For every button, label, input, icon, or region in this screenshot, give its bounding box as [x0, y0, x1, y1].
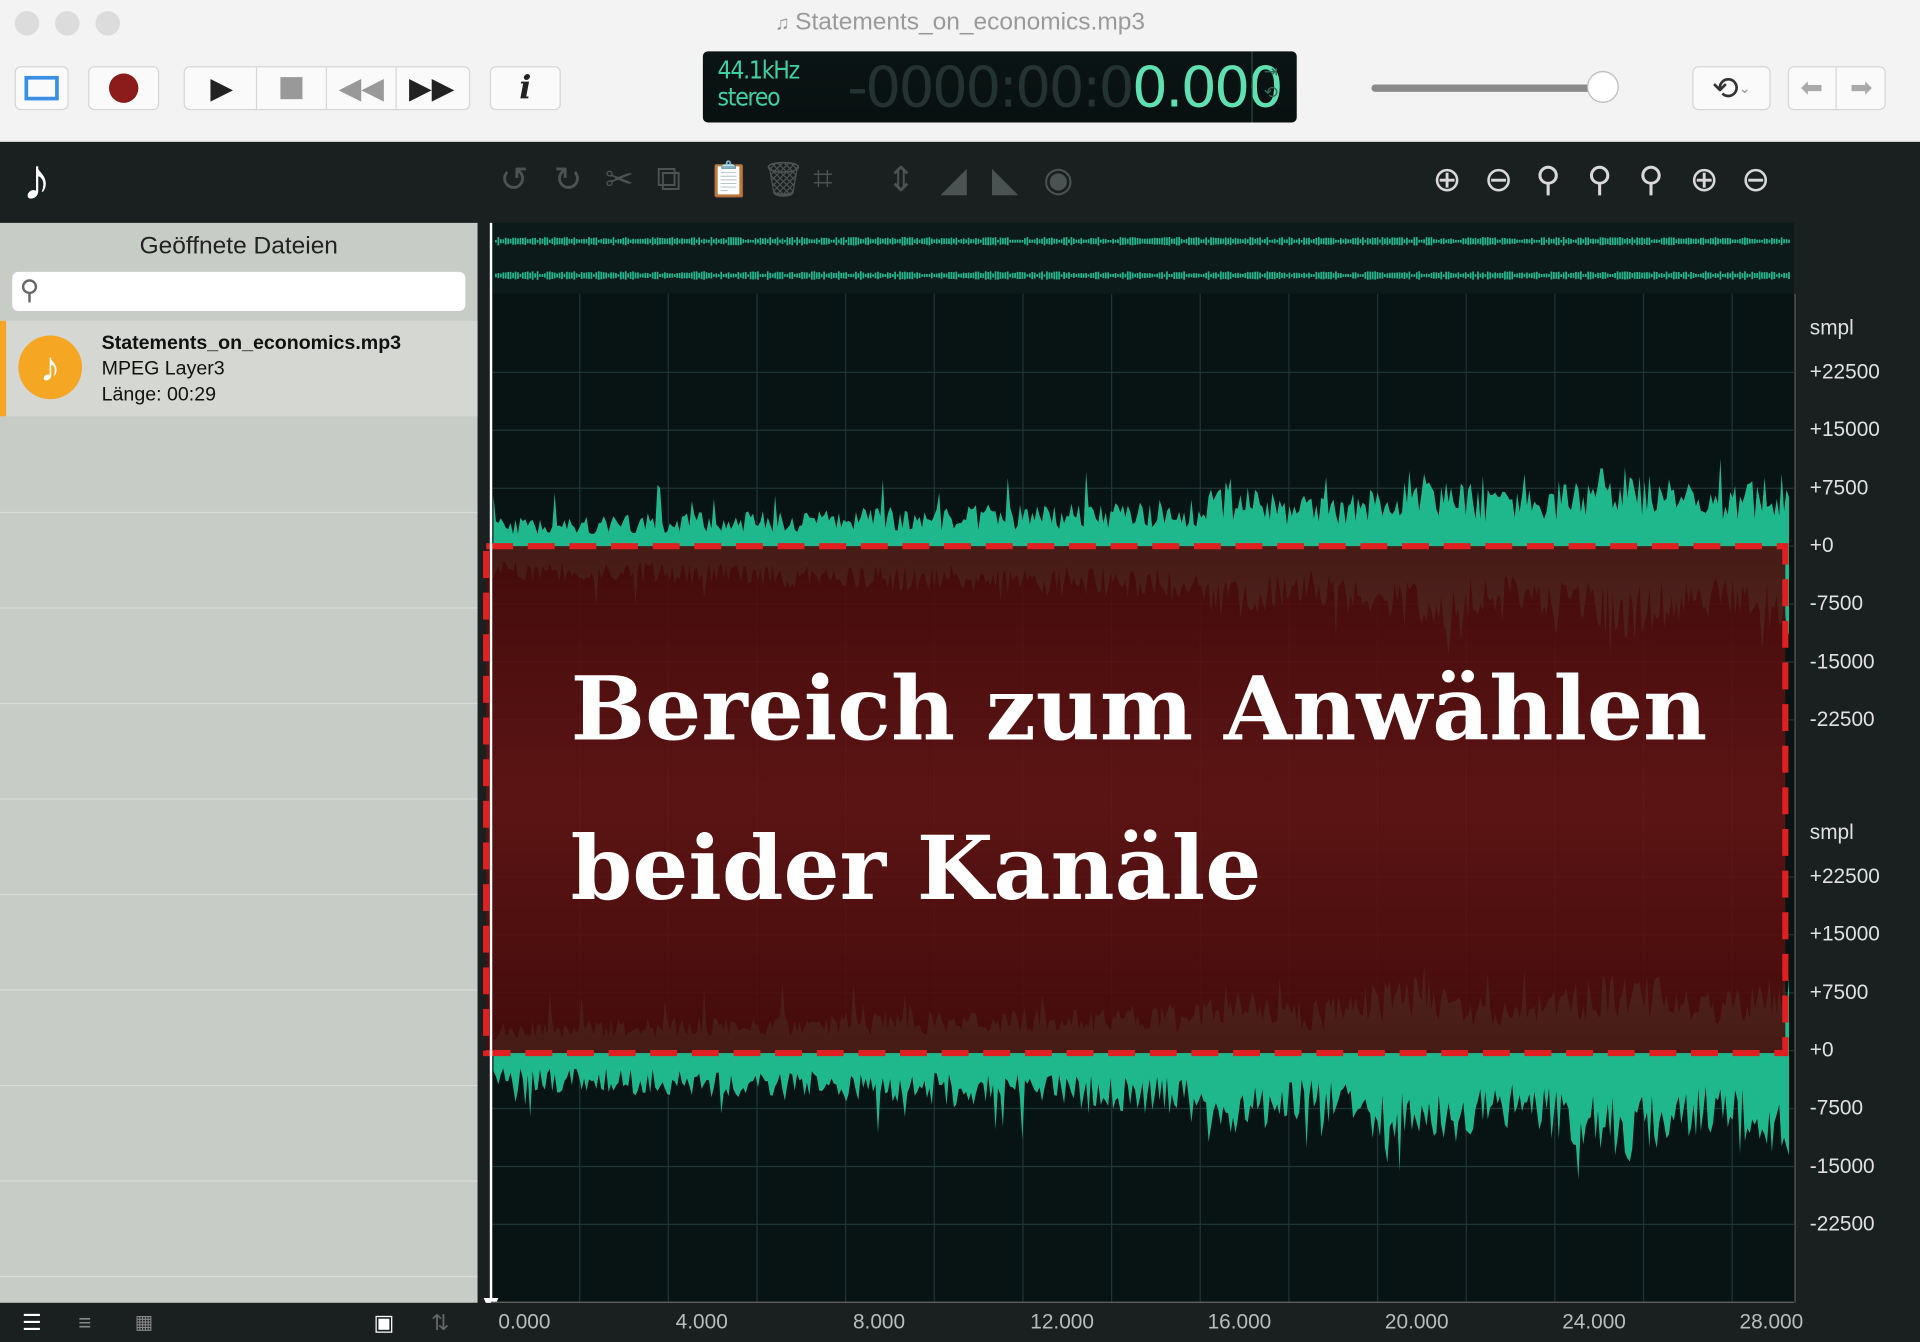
- list-view-icon[interactable]: ☰: [22, 1310, 42, 1336]
- image-icon[interactable]: ▣: [373, 1310, 394, 1336]
- time-tick-label: 24.000: [1562, 1310, 1626, 1334]
- annotation-line-2: beider Kanäle: [570, 815, 1262, 920]
- time-tick-label: 20.000: [1384, 1310, 1449, 1334]
- amplitude-tick-label: +15000: [1809, 418, 1880, 442]
- zoom-fit-icon[interactable]: ⚲: [1536, 159, 1561, 199]
- zoom-in-icon[interactable]: ⊕: [1433, 159, 1462, 199]
- undo-icon[interactable]: ↺: [500, 159, 529, 199]
- fade-out-icon[interactable]: ◣: [992, 159, 1018, 199]
- copy-icon[interactable]: ⧉: [656, 159, 680, 199]
- amplitude-tick-label: +7500: [1809, 980, 1869, 1004]
- channel-unit: smpl: [1809, 820, 1854, 844]
- time-tick-label: 0.000: [498, 1310, 551, 1334]
- zoom-selection-icon[interactable]: ⚲: [1587, 159, 1612, 199]
- amplitude-tick-label: +7500: [1809, 475, 1869, 500]
- time-tick-label: 8.000: [852, 1310, 906, 1334]
- zoom-out-vertical-icon[interactable]: ⊖: [1741, 159, 1770, 199]
- amplitude-tick-label: -7500: [1809, 591, 1864, 616]
- zoom-out-icon[interactable]: ⊖: [1484, 159, 1513, 199]
- paste-icon[interactable]: 📋: [708, 159, 751, 199]
- cut-icon[interactable]: ✂: [605, 159, 634, 199]
- time-tick-label: 16.000: [1207, 1310, 1272, 1334]
- time-tick-label: 12.000: [1030, 1310, 1094, 1334]
- channel-unit: smpl: [1809, 315, 1854, 339]
- amplitude-tick-label: -22500: [1809, 707, 1875, 731]
- status-bar: ☰ ≡ ▦ ▣ ⇅: [0, 1302, 1920, 1342]
- amplitude-tick-label: +22500: [1809, 864, 1880, 888]
- annotation-line-1: Bereich zum Anwählen: [570, 656, 1708, 761]
- amplitude-tick-label: +0: [1809, 1038, 1834, 1062]
- amplitude-tick-label: +15000: [1809, 922, 1880, 946]
- amplitude-tick-label: +22500: [1809, 360, 1880, 384]
- grid-view-icon[interactable]: ▦: [135, 1310, 154, 1334]
- zoom-back-icon[interactable]: ⚲: [1638, 159, 1663, 199]
- redo-icon[interactable]: ↻: [553, 159, 582, 199]
- amplitude-tick-label: -22500: [1809, 1212, 1875, 1236]
- sort-icon[interactable]: ⇅: [431, 1310, 449, 1336]
- compact-view-icon[interactable]: ≡: [78, 1310, 91, 1336]
- time-tick-label: 28.000: [1739, 1310, 1804, 1334]
- delete-icon[interactable]: 🗑: [762, 159, 806, 199]
- amplitude-tick-label: -15000: [1809, 1154, 1875, 1178]
- normalize-icon[interactable]: ⇕: [887, 159, 916, 199]
- amplitude-tick-label: +0: [1809, 533, 1834, 558]
- crop-icon[interactable]: ⌗: [813, 159, 832, 199]
- amplitude-tick-label: -7500: [1809, 1096, 1864, 1120]
- fade-in-icon[interactable]: ◢: [940, 159, 966, 199]
- effects-icon[interactable]: ◉: [1043, 159, 1073, 199]
- amplitude-tick-label: -15000: [1809, 649, 1875, 673]
- time-tick-label: 4.000: [675, 1310, 728, 1334]
- zoom-in-vertical-icon[interactable]: ⊕: [1690, 159, 1719, 199]
